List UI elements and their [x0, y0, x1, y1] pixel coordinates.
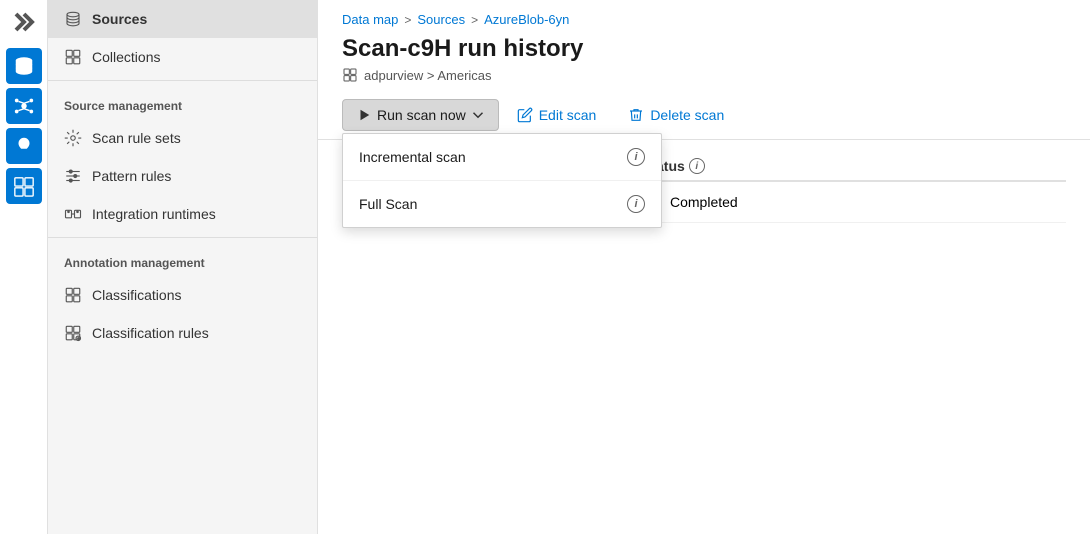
incremental-scan-item[interactable]: Incremental scan i	[343, 134, 661, 181]
expand-button[interactable]	[8, 8, 40, 36]
breadcrumb-sources[interactable]: Sources	[417, 12, 465, 27]
run-scan-now-button[interactable]: Run scan now	[342, 99, 499, 131]
sidebar-item-collections-label: Collections	[92, 49, 160, 65]
chevron-down-icon	[472, 109, 484, 121]
sidebar-item-pattern-rules-label: Pattern rules	[92, 168, 171, 184]
col-header-status: Status i	[642, 158, 842, 174]
trash-icon	[628, 107, 644, 123]
delete-scan-label: Delete scan	[650, 107, 724, 123]
breadcrumb-sep-1: >	[404, 13, 411, 27]
sidebar-item-classifications[interactable]: Classifications	[48, 276, 317, 314]
full-scan-label: Full Scan	[359, 196, 417, 212]
incremental-scan-label: Incremental scan	[359, 149, 466, 165]
sidebar-item-classification-rules[interactable]: Classification rules	[48, 314, 317, 352]
page-title: Scan-c9H run history	[342, 35, 1066, 63]
annotation-management-header: Annotation management	[48, 242, 317, 276]
sidebar-item-integration-runtimes[interactable]: Integration runtimes	[48, 195, 317, 233]
sidebar: Sources Collections Source management Sc…	[48, 0, 318, 534]
icon-rail	[0, 0, 48, 534]
incremental-scan-info-icon[interactable]: i	[627, 148, 645, 166]
breadcrumb: Data map > Sources > AzureBlob-6yn	[318, 0, 1090, 27]
full-scan-info-icon[interactable]: i	[627, 195, 645, 213]
breadcrumb-data-map[interactable]: Data map	[342, 12, 398, 27]
sidebar-item-collections[interactable]: Collections	[48, 38, 317, 76]
play-icon	[357, 108, 371, 122]
breadcrumb-azureblob[interactable]: AzureBlob-6yn	[484, 12, 569, 27]
sidebar-item-sources-label: Sources	[92, 11, 147, 27]
page-subtitle: adpurview > Americas	[342, 67, 1066, 83]
scan-run-status: ✓ Completed	[642, 192, 842, 212]
collection-icon	[342, 67, 358, 83]
sidebar-item-classification-rules-label: Classification rules	[92, 325, 209, 341]
pencil-icon	[517, 107, 533, 123]
page-header: Scan-c9H run history adpurview > America…	[318, 27, 1090, 99]
full-scan-item[interactable]: Full Scan i	[343, 181, 661, 227]
run-scan-dropdown-menu: Incremental scan i Full Scan i	[342, 133, 662, 228]
sidebar-item-integration-runtimes-label: Integration runtimes	[92, 206, 216, 222]
sidebar-item-scan-rule-sets-label: Scan rule sets	[92, 130, 181, 146]
sidebar-item-scan-rule-sets[interactable]: Scan rule sets	[48, 119, 317, 157]
sidebar-item-classifications-label: Classifications	[92, 287, 181, 303]
status-column-info-icon[interactable]: i	[689, 158, 705, 174]
sidebar-item-pattern-rules[interactable]: Pattern rules	[48, 157, 317, 195]
run-scan-dropdown-wrapper: Run scan now Incremental scan i Full Sca…	[342, 99, 499, 131]
insights-icon[interactable]	[6, 128, 42, 164]
subtitle-text: adpurview > Americas	[364, 68, 492, 83]
sidebar-item-sources[interactable]: Sources	[48, 0, 317, 38]
network-icon[interactable]	[6, 88, 42, 124]
source-management-header: Source management	[48, 85, 317, 119]
status-completed-label: Completed	[670, 194, 738, 210]
edit-scan-label: Edit scan	[539, 107, 597, 123]
breadcrumb-sep-2: >	[471, 13, 478, 27]
main-content: Data map > Sources > AzureBlob-6yn Scan-…	[318, 0, 1090, 534]
management-icon[interactable]	[6, 168, 42, 204]
toolbar: Run scan now Incremental scan i Full Sca…	[318, 99, 1090, 140]
edit-scan-button[interactable]: Edit scan	[503, 100, 611, 130]
delete-scan-button[interactable]: Delete scan	[614, 100, 738, 130]
data-map-icon[interactable]	[6, 48, 42, 84]
run-scan-label: Run scan now	[377, 107, 466, 123]
